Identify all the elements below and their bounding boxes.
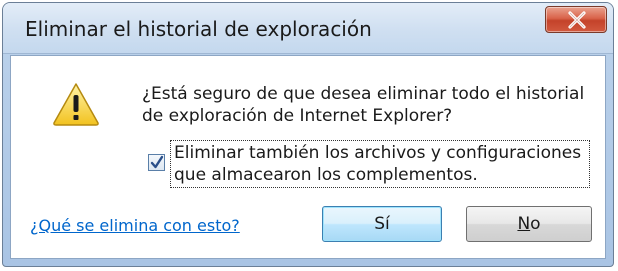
checkbox-label-line: Eliminar también los archivos y configur… <box>174 143 582 163</box>
confirmation-message: ¿Está seguro de que desea eliminar todo … <box>142 83 592 127</box>
delete-addon-data-option[interactable]: Eliminar también los archivos y configur… <box>142 140 594 190</box>
dialog-content: ¿Está seguro de que desea eliminar todo … <box>10 55 606 259</box>
no-button-mnemonic: N <box>517 214 531 234</box>
no-button[interactable]: No <box>466 206 592 242</box>
delete-addon-data-checkbox[interactable] <box>148 154 165 171</box>
close-button[interactable] <box>545 6 607 33</box>
checkmark-icon <box>150 155 164 169</box>
dialog-window: Eliminar el historial de exploración ¿Es… <box>2 2 614 267</box>
delete-addon-data-label[interactable]: Eliminar también los archivos y configur… <box>170 140 590 188</box>
no-button-label: o <box>530 214 541 234</box>
warning-icon <box>52 82 100 126</box>
message-line: de exploración de Internet Explorer? <box>142 106 453 126</box>
message-line: ¿Está seguro de que desea eliminar todo … <box>142 84 585 104</box>
yes-button[interactable]: Sí <box>322 206 442 242</box>
dialog-title: Eliminar el historial de exploración <box>25 17 372 41</box>
help-link[interactable]: ¿Qué se elimina con esto? <box>30 216 240 235</box>
close-icon <box>568 11 586 29</box>
checkbox-label-line: que almacearon los complementos. <box>174 165 478 185</box>
title-bar[interactable]: Eliminar el historial de exploración <box>3 3 613 54</box>
